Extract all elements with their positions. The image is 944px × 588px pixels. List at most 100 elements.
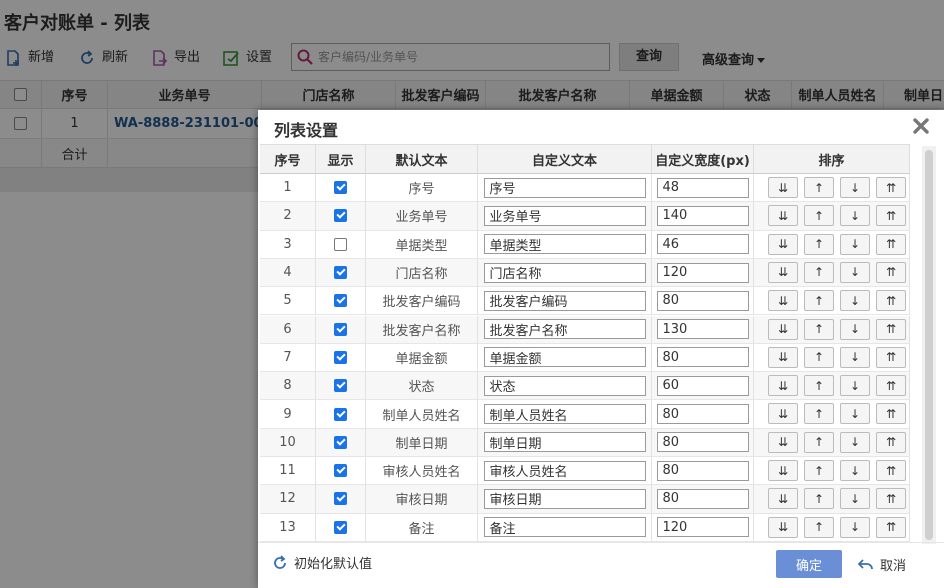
move-bottom-button[interactable]: ⇊ <box>768 205 798 227</box>
custom-width-input[interactable] <box>656 290 749 311</box>
custom-width-input[interactable] <box>656 319 749 340</box>
custom-text-input[interactable] <box>483 488 646 509</box>
move-bottom-button[interactable]: ⇊ <box>768 177 798 198</box>
custom-text-input[interactable] <box>483 432 646 453</box>
move-up-button[interactable]: ↑ <box>804 431 834 453</box>
cancel-button[interactable]: 取消 <box>858 555 906 574</box>
move-bottom-button[interactable]: ⇊ <box>768 318 798 340</box>
move-up-button[interactable]: ↑ <box>804 290 834 312</box>
move-bottom-button[interactable]: ⇊ <box>768 290 798 312</box>
show-checkbox[interactable] <box>334 237 347 251</box>
custom-text-input[interactable] <box>483 347 646 368</box>
move-top-button[interactable]: ⇈ <box>876 177 906 198</box>
move-top-button[interactable]: ⇈ <box>876 318 906 340</box>
move-down-button[interactable]: ↓ <box>840 431 870 453</box>
move-top-button[interactable]: ⇈ <box>876 460 906 481</box>
move-bottom-button[interactable]: ⇊ <box>768 431 798 453</box>
show-checkbox[interactable] <box>334 379 347 393</box>
move-top-button[interactable]: ⇈ <box>876 431 906 453</box>
move-bottom-button[interactable]: ⇊ <box>768 516 798 538</box>
custom-text-cell <box>478 258 652 288</box>
show-checkbox[interactable] <box>334 209 347 223</box>
custom-text-input[interactable] <box>483 205 646 226</box>
move-down-button[interactable]: ↓ <box>840 205 870 227</box>
show-checkbox[interactable] <box>334 520 347 534</box>
show-cell <box>316 485 366 514</box>
reset-defaults-button[interactable]: 初始化默认值 <box>272 553 372 572</box>
custom-width-input[interactable] <box>656 347 749 368</box>
show-checkbox[interactable] <box>334 322 347 336</box>
move-up-button[interactable]: ↑ <box>804 516 834 538</box>
move-bottom-button[interactable]: ⇊ <box>768 460 798 481</box>
move-top-button[interactable]: ⇈ <box>876 205 906 227</box>
custom-text-input[interactable] <box>483 177 646 198</box>
move-bottom-button[interactable]: ⇊ <box>768 261 798 283</box>
move-up-button[interactable]: ↑ <box>804 346 834 368</box>
move-down-button[interactable]: ↓ <box>840 488 870 510</box>
show-checkbox[interactable] <box>334 407 347 421</box>
custom-text-input[interactable] <box>483 290 646 311</box>
scroll-thumb[interactable] <box>925 150 933 540</box>
custom-text-input[interactable] <box>483 517 646 538</box>
custom-width-input[interactable] <box>656 432 749 453</box>
show-checkbox[interactable] <box>334 266 347 280</box>
move-bottom-button[interactable]: ⇊ <box>768 346 798 368</box>
move-down-button[interactable]: ↓ <box>840 318 870 340</box>
custom-text-input[interactable] <box>483 234 646 255</box>
move-top-button[interactable]: ⇈ <box>876 346 906 368</box>
move-bottom-button[interactable]: ⇊ <box>768 403 798 425</box>
move-up-button[interactable]: ↑ <box>804 318 834 340</box>
move-top-button[interactable]: ⇈ <box>876 290 906 312</box>
close-button[interactable] <box>913 118 929 134</box>
custom-width-input[interactable] <box>656 262 749 283</box>
move-down-button[interactable]: ↓ <box>840 403 870 425</box>
custom-text-input[interactable] <box>483 262 646 283</box>
custom-width-input[interactable] <box>656 375 749 396</box>
move-up-button[interactable]: ↑ <box>804 460 834 481</box>
move-top-button[interactable]: ⇈ <box>876 488 906 510</box>
show-checkbox[interactable] <box>334 464 347 478</box>
move-up-button[interactable]: ↑ <box>804 488 834 510</box>
show-checkbox[interactable] <box>334 350 347 364</box>
custom-width-input[interactable] <box>656 488 749 509</box>
move-down-button[interactable]: ↓ <box>840 516 870 538</box>
move-down-button[interactable]: ↓ <box>840 460 870 481</box>
move-top-button[interactable]: ⇈ <box>876 261 906 283</box>
move-up-button[interactable]: ↑ <box>804 233 834 255</box>
move-down-button[interactable]: ↓ <box>840 261 870 283</box>
custom-width-input[interactable] <box>656 517 749 538</box>
show-checkbox[interactable] <box>334 492 347 506</box>
move-down-button[interactable]: ↓ <box>840 177 870 198</box>
move-down-button[interactable]: ↓ <box>840 233 870 255</box>
custom-text-input[interactable] <box>483 460 646 481</box>
show-checkbox[interactable] <box>334 435 347 449</box>
show-checkbox[interactable] <box>334 181 347 195</box>
move-top-button[interactable]: ⇈ <box>876 403 906 425</box>
move-top-button[interactable]: ⇈ <box>876 516 906 538</box>
move-up-button[interactable]: ↑ <box>804 375 834 397</box>
custom-text-input[interactable] <box>483 319 646 340</box>
move-down-button[interactable]: ↓ <box>840 346 870 368</box>
custom-width-input[interactable] <box>656 404 749 425</box>
ok-button[interactable]: 确定 <box>776 550 842 578</box>
move-down-button[interactable]: ↓ <box>840 375 870 397</box>
move-up-button[interactable]: ↑ <box>804 205 834 227</box>
move-up-button[interactable]: ↑ <box>804 261 834 283</box>
custom-text-input[interactable] <box>483 404 646 425</box>
show-checkbox[interactable] <box>334 294 347 308</box>
custom-width-input[interactable] <box>656 460 749 481</box>
move-bottom-button[interactable]: ⇊ <box>768 488 798 510</box>
custom-width-input[interactable] <box>656 205 749 226</box>
custom-text-input[interactable] <box>483 375 646 396</box>
move-top-button[interactable]: ⇈ <box>876 233 906 255</box>
default-text: 序号 <box>366 174 478 203</box>
move-down-button[interactable]: ↓ <box>840 290 870 312</box>
custom-width-input[interactable] <box>656 177 749 198</box>
move-bottom-button[interactable]: ⇊ <box>768 233 798 255</box>
custom-width-input[interactable] <box>656 234 749 255</box>
move-up-button[interactable]: ↑ <box>804 177 834 198</box>
move-top-button[interactable]: ⇈ <box>876 375 906 397</box>
move-up-button[interactable]: ↑ <box>804 403 834 425</box>
scrollbar[interactable] <box>922 146 936 544</box>
move-bottom-button[interactable]: ⇊ <box>768 375 798 397</box>
